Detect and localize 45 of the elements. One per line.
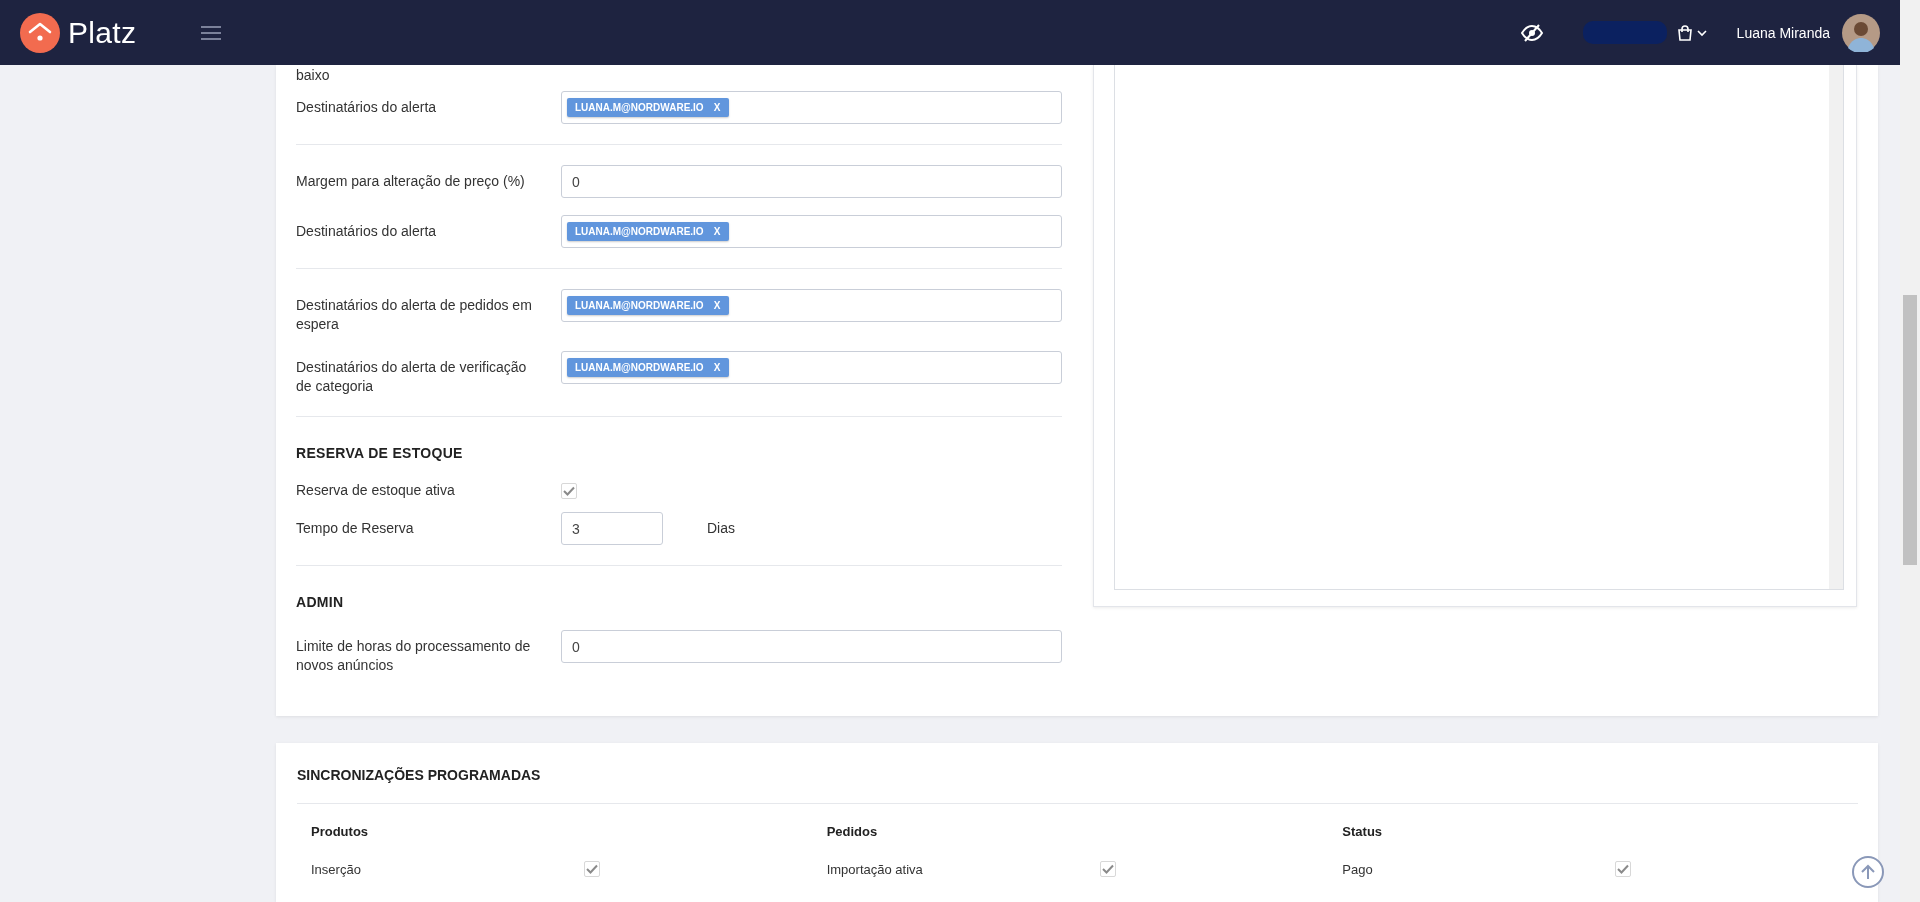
remove-tag-button[interactable]: X [713, 300, 721, 311]
arrow-up-icon [1861, 864, 1875, 880]
checkbox[interactable] [1615, 861, 1632, 877]
avatar[interactable] [1842, 13, 1880, 52]
field-label: Destinatários do alerta [296, 222, 438, 241]
tag-text: LUANA.M@NORDWARE.IO [575, 362, 704, 373]
field-label: Margem para alteração de preço (%) [296, 172, 526, 191]
scrollbar-thumb[interactable] [1903, 295, 1917, 565]
tag-text: LUANA.M@NORDWARE.IO [575, 102, 704, 113]
option-label: Importação ativa [826, 861, 924, 877]
number-input[interactable]: 3 [561, 512, 663, 545]
recipient-field[interactable]: LUANA.M@NORDWARE.IO X [561, 351, 1062, 384]
section-heading: RESERVA DE ESTOQUE [296, 445, 464, 461]
field-label: Destinatários do alerta [296, 98, 438, 117]
checkbox[interactable] [1099, 861, 1116, 877]
column-heading: Status [1342, 824, 1384, 839]
text-input[interactable]: 0 [561, 165, 1062, 198]
remove-tag-button[interactable]: X [713, 226, 721, 237]
checkbox[interactable] [561, 482, 577, 499]
tag-text: LUANA.M@NORDWARE.IO [575, 300, 704, 311]
field-label: Destinatários do alerta de pedidos em espera [296, 296, 533, 334]
option-label: Pago [1342, 861, 1374, 877]
recipient-field[interactable]: LUANA.M@NORDWARE.IO X [561, 289, 1062, 322]
remove-tag-button[interactable]: X [713, 362, 721, 373]
text-input[interactable]: 0 [561, 630, 1062, 663]
option-label: Inserção [311, 861, 362, 877]
section-heading: SINCRONIZAÇÕES PROGRAMADAS [297, 766, 542, 785]
field-label: Reserva de estoque ativa [296, 481, 456, 500]
user-name[interactable]: Luana Miranda [1736, 24, 1830, 41]
field-label: Destinatários do alerta de verificação de categoria [296, 358, 528, 396]
column-heading: Pedidos [826, 824, 879, 839]
column-heading: Produtos [311, 824, 370, 839]
recipient-field[interactable]: LUANA.M@NORDWARE.IO X [561, 91, 1062, 124]
remove-tag-button[interactable]: X [713, 102, 721, 113]
field-label: Tempo de Reserva [296, 519, 415, 538]
scroll-up-button[interactable] [1852, 856, 1884, 888]
unit-label: Dias [707, 519, 735, 536]
logo-text: Platz [68, 15, 137, 50]
recipient-field[interactable]: LUANA.M@NORDWARE.IO X [561, 215, 1062, 248]
field-label: Limite de horas do processamento de novos anúncios [296, 637, 532, 675]
checkbox[interactable] [584, 861, 600, 877]
section-heading: ADMIN [296, 594, 345, 610]
tag-text: LUANA.M@NORDWARE.IO [575, 226, 704, 237]
logo-icon [20, 12, 60, 53]
field-label: baixo [296, 67, 331, 83]
